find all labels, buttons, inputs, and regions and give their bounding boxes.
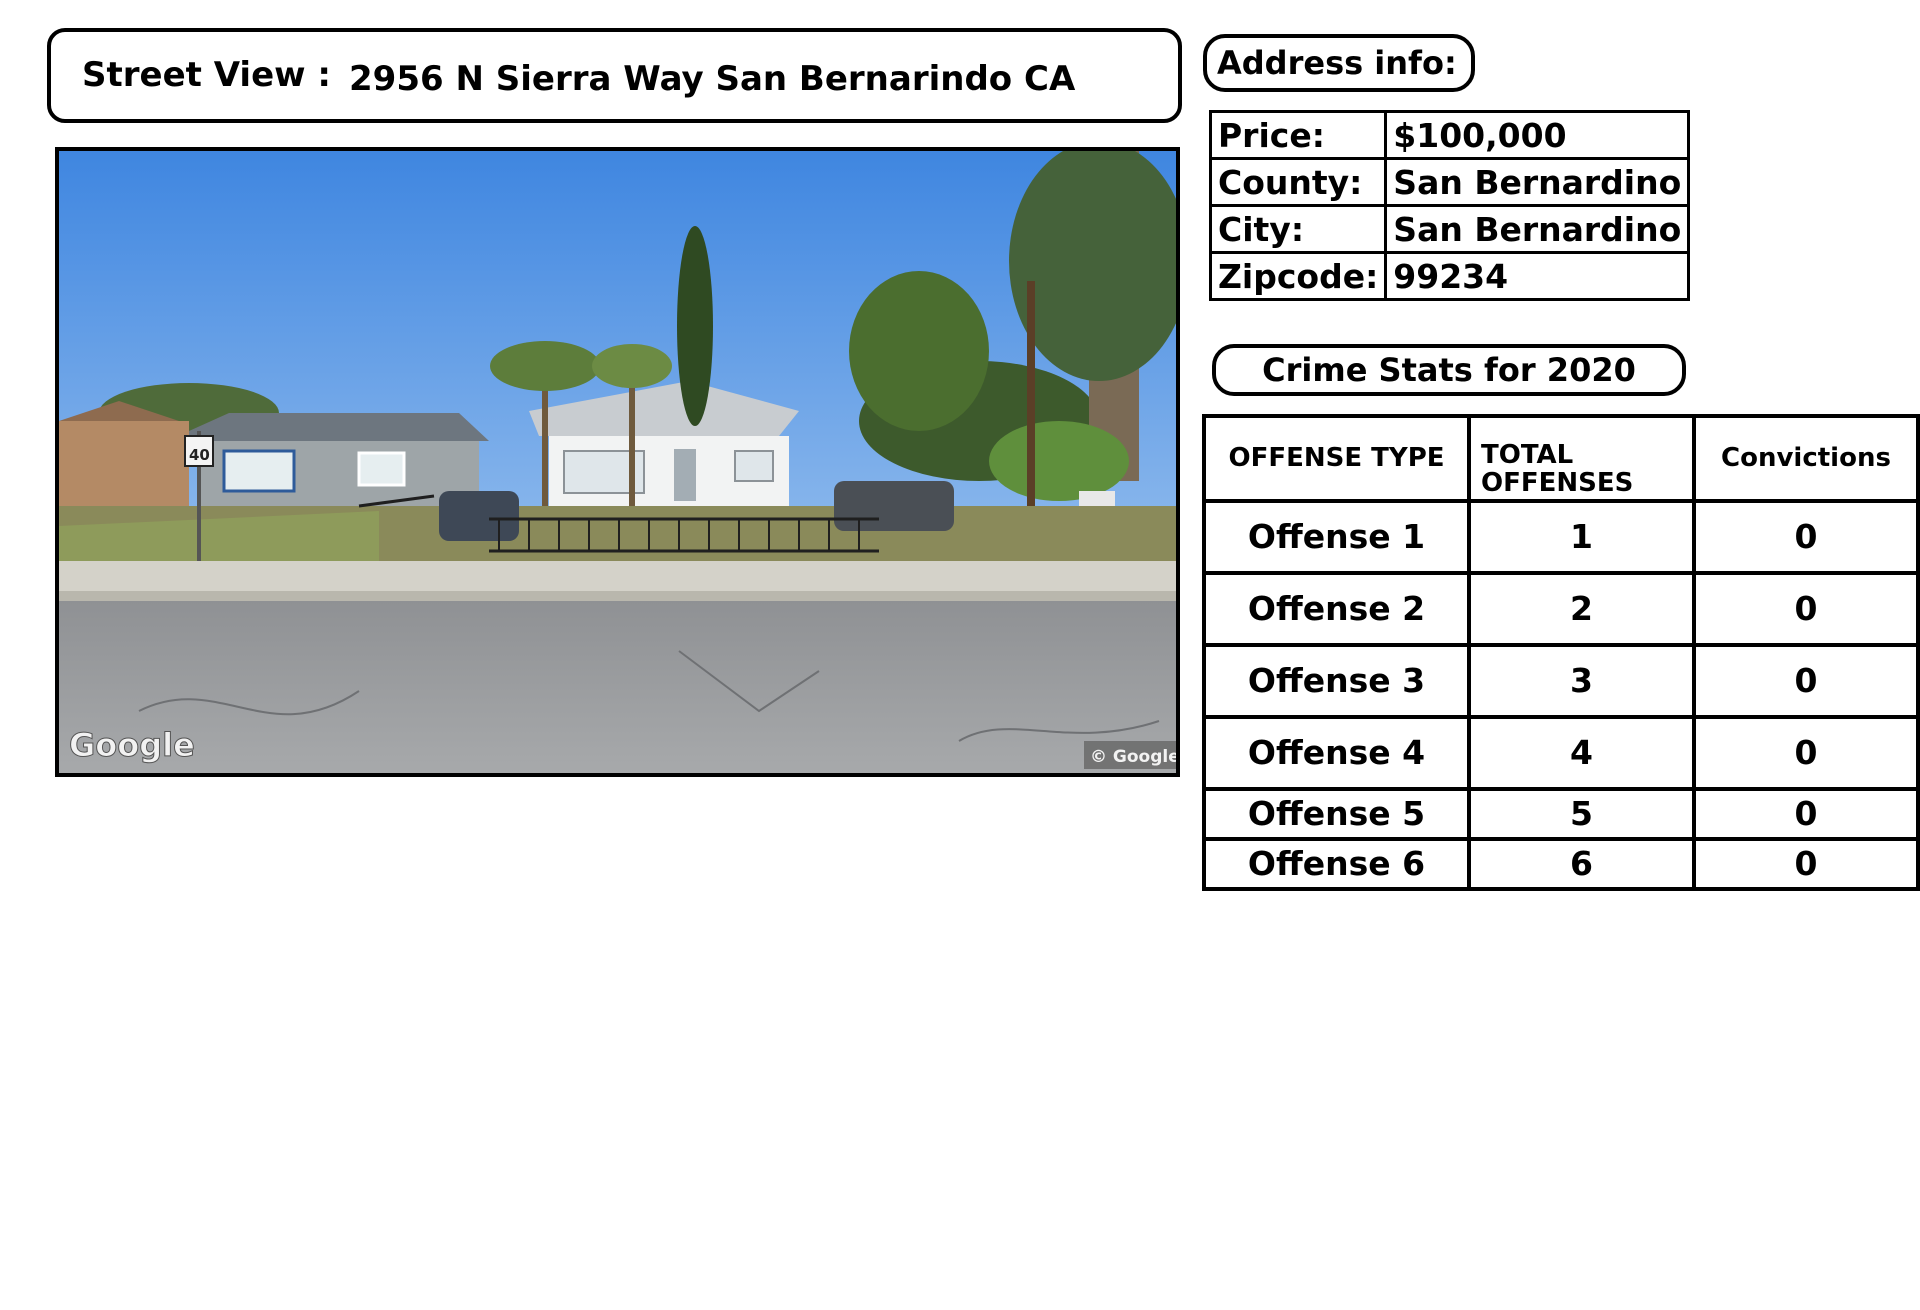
address-info-table: Price: $100,000 County: San Bernardino C…: [1208, 110, 1691, 301]
convictions-cell: 0: [1692, 837, 1920, 891]
price-label: Price:: [1208, 110, 1388, 160]
zipcode-label: Zipcode:: [1208, 251, 1388, 301]
table-row: Offense 1 1 0: [1202, 499, 1920, 575]
offense-type-cell: Offense 4: [1202, 715, 1471, 791]
total-offenses-cell: 6: [1467, 837, 1696, 891]
convictions-cell: 0: [1692, 643, 1920, 719]
convictions-cell: 0: [1692, 715, 1920, 791]
offense-type-cell: Offense 2: [1202, 571, 1471, 647]
table-row: Offense 2 2 0: [1202, 571, 1920, 647]
table-row: Offense 3 3 0: [1202, 643, 1920, 719]
address-info-heading: Address info:: [1203, 34, 1475, 92]
price-value: $100,000: [1384, 110, 1691, 160]
column-header-total-offenses: TOTAL OFFENSES: [1467, 414, 1696, 503]
speed-limit-sign: 40: [189, 446, 210, 464]
convictions-cell: 0: [1692, 571, 1920, 647]
total-offenses-cell: 1: [1467, 499, 1696, 575]
county-label: County:: [1208, 157, 1388, 207]
crime-stats-table: OFFENSE TYPE TOTAL OFFENSES Convictions …: [1202, 414, 1920, 891]
convictions-cell: 0: [1692, 787, 1920, 841]
total-offenses-cell: 2: [1467, 571, 1696, 647]
county-value: San Bernardino: [1384, 157, 1691, 207]
table-row: Offense 5 5 0: [1202, 787, 1920, 841]
column-header-convictions: Convictions: [1692, 414, 1920, 503]
total-offenses-cell: 4: [1467, 715, 1696, 791]
city-label: City:: [1208, 204, 1388, 254]
address-row-county: County: San Bernardino: [1208, 157, 1691, 207]
street-view-photo: 40 Google © Google: [55, 147, 1180, 777]
copyright-watermark: © Google: [1090, 747, 1176, 767]
offense-type-cell: Offense 5: [1202, 787, 1471, 841]
street-view-address: 2956 N Sierra Way San Bernarindo CA: [349, 59, 1076, 99]
city-value: San Bernardino: [1384, 204, 1691, 254]
offense-type-cell: Offense 1: [1202, 499, 1471, 575]
offense-type-cell: Offense 3: [1202, 643, 1471, 719]
zipcode-value: 99234: [1384, 251, 1691, 301]
table-row: Offense 6 6 0: [1202, 837, 1920, 891]
total-offenses-cell: 5: [1467, 787, 1696, 841]
total-offenses-cell: 3: [1467, 643, 1696, 719]
crime-stats-heading: Crime Stats for 2020: [1212, 344, 1686, 396]
convictions-cell: 0: [1692, 499, 1920, 575]
address-row-zipcode: Zipcode: 99234: [1208, 251, 1691, 301]
offense-type-cell: Offense 6: [1202, 837, 1471, 891]
column-header-offense-type: OFFENSE TYPE: [1202, 414, 1471, 503]
google-watermark: Google: [69, 726, 195, 764]
table-row: Offense 4 4 0: [1202, 715, 1920, 791]
crime-table-header: OFFENSE TYPE TOTAL OFFENSES Convictions: [1202, 414, 1920, 503]
address-row-price: Price: $100,000: [1208, 110, 1691, 160]
street-view-label: Street View :: [82, 55, 331, 95]
street-view-title-box: Street View : 2956 N Sierra Way San Bern…: [47, 28, 1182, 123]
address-row-city: City: San Bernardino: [1208, 204, 1691, 254]
